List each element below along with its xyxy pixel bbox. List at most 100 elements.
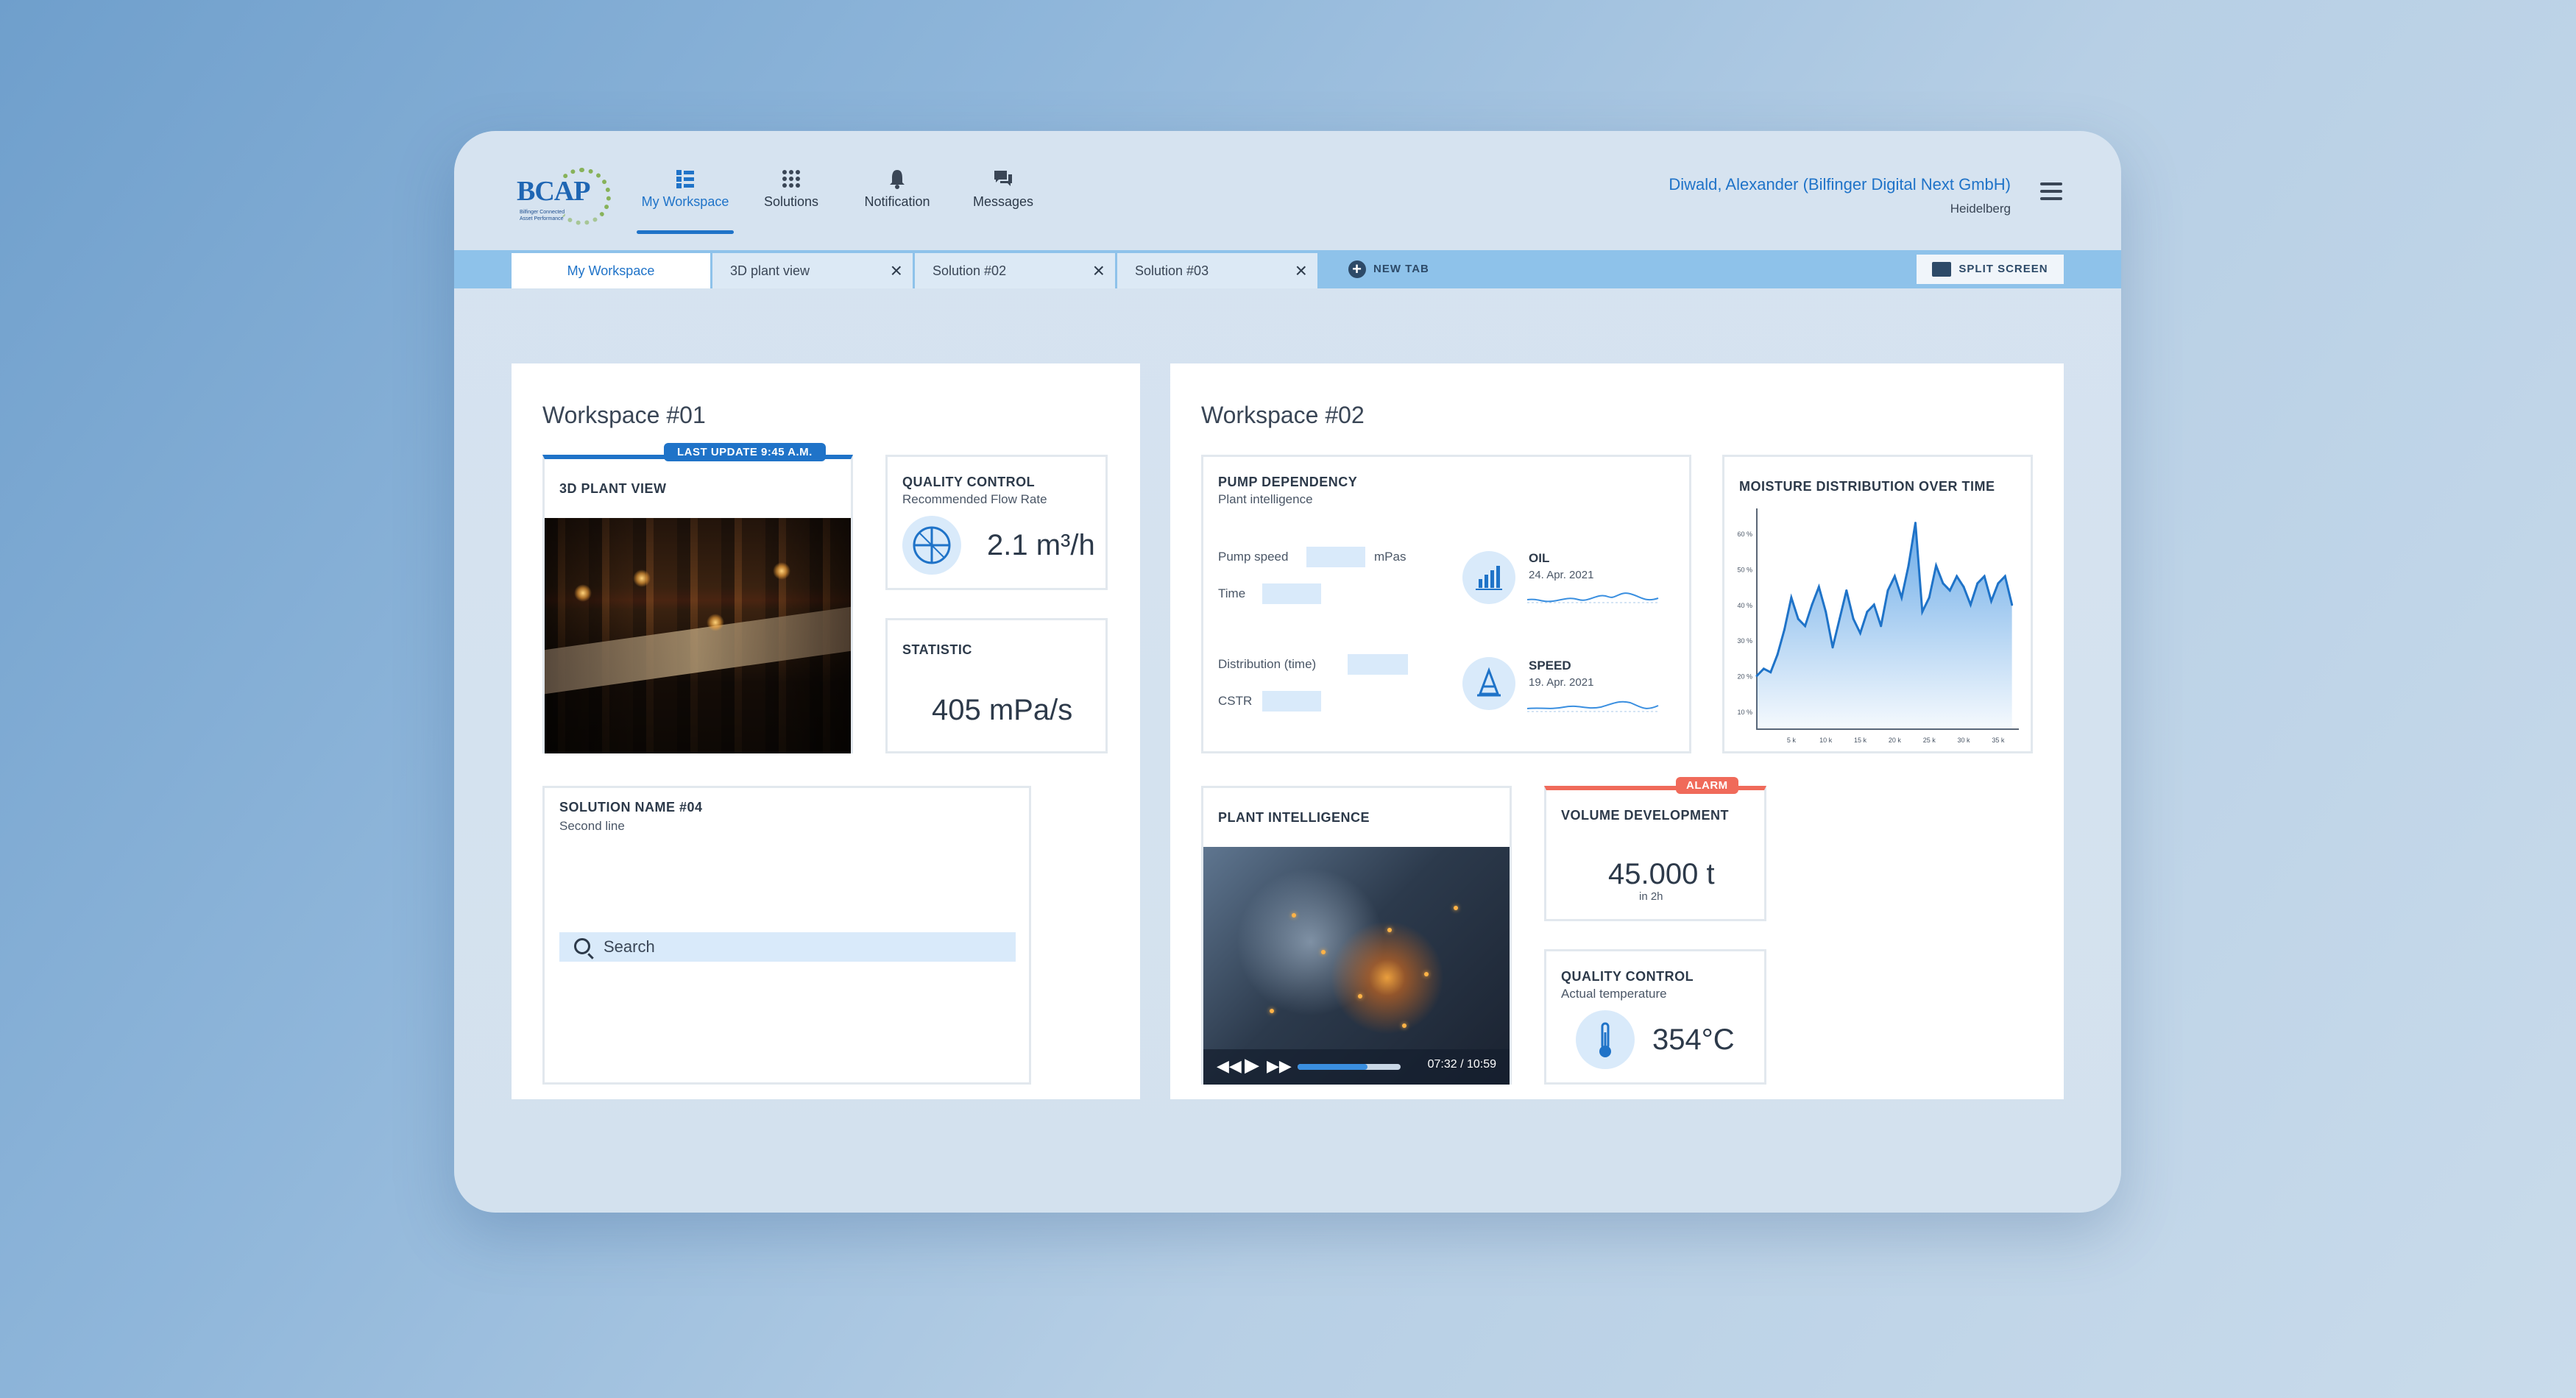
bar-chart-icon xyxy=(1462,551,1515,604)
card-subtitle: Recommended Flow Rate xyxy=(902,492,1047,506)
quality-control-card[interactable]: QUALITY CONTROL Recommended Flow Rate 2.… xyxy=(885,455,1108,590)
tab-3d-plant-view[interactable]: 3D plant view × xyxy=(712,253,913,288)
volume-development-card[interactable]: ALARM VOLUME DEVELOPMENT 45.000 t in 2h xyxy=(1544,777,1766,921)
temperature-value: 354°C xyxy=(1652,1023,1735,1056)
moisture-point xyxy=(1880,625,1883,628)
nav-label: Solutions xyxy=(763,194,819,209)
speed-cone-icon xyxy=(1462,657,1515,710)
user-info[interactable]: Diwald, Alexander (Bilfinger Digital Nex… xyxy=(1669,175,2011,216)
moisture-point xyxy=(1893,575,1896,578)
time-field[interactable] xyxy=(1262,583,1321,604)
card-title: QUALITY CONTROL xyxy=(1561,969,1694,984)
workspace-01-panel: Workspace #01 LAST UPDATE 9:45 A.M. 3D P… xyxy=(512,363,1140,1099)
nav-solutions[interactable]: Solutions xyxy=(743,168,840,230)
chat-icon xyxy=(955,168,1052,194)
volume-value: 45.000 t xyxy=(1608,858,1715,890)
bcap-logo[interactable]: BCAP Bilfinger Connected Asset Performan… xyxy=(517,168,612,227)
statistic-value: 405 mPa/s xyxy=(932,694,1073,726)
grid-icon xyxy=(743,168,840,194)
close-icon[interactable]: × xyxy=(1093,253,1105,288)
forward-icon[interactable]: ▶▶ xyxy=(1267,1057,1292,1076)
nav-notification[interactable]: Notification xyxy=(849,168,946,230)
split-screen-button[interactable]: SPLIT SCREEN xyxy=(1917,255,2064,284)
search-placeholder: Search xyxy=(604,937,655,956)
moisture-point xyxy=(1997,582,2000,585)
bell-icon xyxy=(849,168,946,194)
y-tick-label: 40 % xyxy=(1737,602,1752,609)
tab-label: Solution #02 xyxy=(933,263,1007,278)
oil-sparkline xyxy=(1527,592,1659,603)
close-icon[interactable]: × xyxy=(1295,253,1307,288)
tab-bar: My Workspace 3D plant view × Solution #0… xyxy=(454,250,2121,288)
video-progress-bar[interactable] xyxy=(1298,1064,1401,1070)
plant-intelligence-video[interactable]: ◀◀ ▶ ▶▶ 07:32 / 10:59 xyxy=(1203,847,1510,1085)
video-controls: ◀◀ ▶ ▶▶ 07:32 / 10:59 xyxy=(1203,1049,1510,1085)
moisture-point xyxy=(1797,617,1800,620)
header: BCAP Bilfinger Connected Asset Performan… xyxy=(454,131,2121,249)
nav-label: Messages xyxy=(972,194,1034,209)
volume-subtitle: in 2h xyxy=(1639,890,1663,903)
moisture-point xyxy=(1831,646,1834,649)
moisture-point xyxy=(1900,596,1903,599)
logo-text: BCAP xyxy=(517,176,590,207)
oil-date: 24. Apr. 2021 xyxy=(1529,569,1594,581)
workspace-title: Workspace #01 xyxy=(542,402,706,428)
distribution-label: Distribution (time) xyxy=(1218,657,1317,671)
card-subtitle: Plant intelligence xyxy=(1218,492,1313,506)
moisture-point xyxy=(1783,628,1786,631)
plant-image[interactable] xyxy=(545,518,851,753)
moisture-point xyxy=(1817,586,1820,589)
moisture-point xyxy=(1790,596,1793,599)
moisture-point xyxy=(1872,603,1875,606)
moisture-point xyxy=(1769,671,1772,674)
speed-sparkline xyxy=(1527,700,1659,712)
close-icon[interactable]: × xyxy=(891,253,902,288)
card-title: SOLUTION NAME #04 xyxy=(559,800,703,815)
nav-my-workspace[interactable]: My Workspace xyxy=(637,168,734,234)
moisture-chart-card[interactable]: MOISTURE DISTRIBUTION OVER TIME 10 % 20 %… xyxy=(1722,455,2033,753)
split-screen-icon xyxy=(1932,262,1952,277)
search-input[interactable]: Search xyxy=(559,932,1016,962)
solution-card[interactable]: SOLUTION NAME #04 Second line Search xyxy=(542,786,1031,1085)
y-tick-label: 50 % xyxy=(1737,567,1752,574)
rewind-icon[interactable]: ◀◀ xyxy=(1217,1057,1242,1076)
moisture-area-chart[interactable]: 10 % 20 % 30 % 40 % 50 % 60 % 5 k 10 k 15 k 20 k 2… xyxy=(1724,457,2031,751)
moisture-point xyxy=(1962,586,1965,589)
nav-label: Notification xyxy=(864,194,930,209)
quality-control-temperature-card[interactable]: QUALITY CONTROL Actual temperature 354°C xyxy=(1544,949,1766,1085)
oil-title: OIL xyxy=(1529,551,1550,565)
distribution-field[interactable] xyxy=(1348,654,1408,675)
split-screen-label: SPLIT SCREEN xyxy=(1958,263,2048,275)
moisture-point xyxy=(1886,589,1889,592)
moisture-point xyxy=(1804,625,1807,628)
moisture-point xyxy=(1942,582,1945,585)
time-label: Time xyxy=(1218,586,1246,600)
moisture-point xyxy=(1859,632,1862,634)
flow-rate-value: 2.1 m³/h xyxy=(987,529,1095,561)
unit-label: mPas xyxy=(1374,550,1406,564)
nav-messages[interactable]: Messages xyxy=(955,168,1052,230)
workspace-icon xyxy=(637,168,734,194)
play-icon[interactable]: ▶ xyxy=(1245,1054,1259,1076)
moisture-point xyxy=(2003,575,2006,578)
tab-solution-02[interactable]: Solution #02 × xyxy=(915,253,1115,288)
pump-speed-field[interactable] xyxy=(1306,547,1365,567)
tab-my-workspace[interactable]: My Workspace xyxy=(512,253,710,288)
moisture-point xyxy=(1866,611,1869,613)
card-subtitle: Second line xyxy=(559,819,625,833)
moisture-point xyxy=(1825,611,1827,613)
pump-dependency-card[interactable]: PUMP DEPENDENCY Plant intelligence Pump … xyxy=(1201,455,1691,753)
moisture-point xyxy=(1976,582,1979,585)
app-window: BCAP Bilfinger Connected Asset Performan… xyxy=(454,131,2121,1213)
card-subtitle: Actual temperature xyxy=(1561,987,1667,1001)
cstr-field[interactable] xyxy=(1262,691,1321,712)
card-title: 3D PLANT VIEW xyxy=(559,481,667,496)
user-name[interactable]: Diwald, Alexander (Bilfinger Digital Nex… xyxy=(1669,175,2011,194)
tab-solution-03[interactable]: Solution #03 × xyxy=(1117,253,1317,288)
new-tab-button[interactable]: + NEW TAB xyxy=(1348,260,1429,278)
hamburger-menu-icon[interactable] xyxy=(2040,182,2062,202)
plant-intelligence-card[interactable]: PLANT INTELLIGENCE ◀◀ ▶ ▶▶ 07:32 / 10:59 xyxy=(1201,786,1512,1085)
statistic-card[interactable]: STATISTIC 405 mPa/s xyxy=(885,618,1108,753)
moisture-point xyxy=(1914,522,1917,525)
plant-view-card[interactable]: LAST UPDATE 9:45 A.M. 3D PLANT VIEW xyxy=(542,443,853,753)
